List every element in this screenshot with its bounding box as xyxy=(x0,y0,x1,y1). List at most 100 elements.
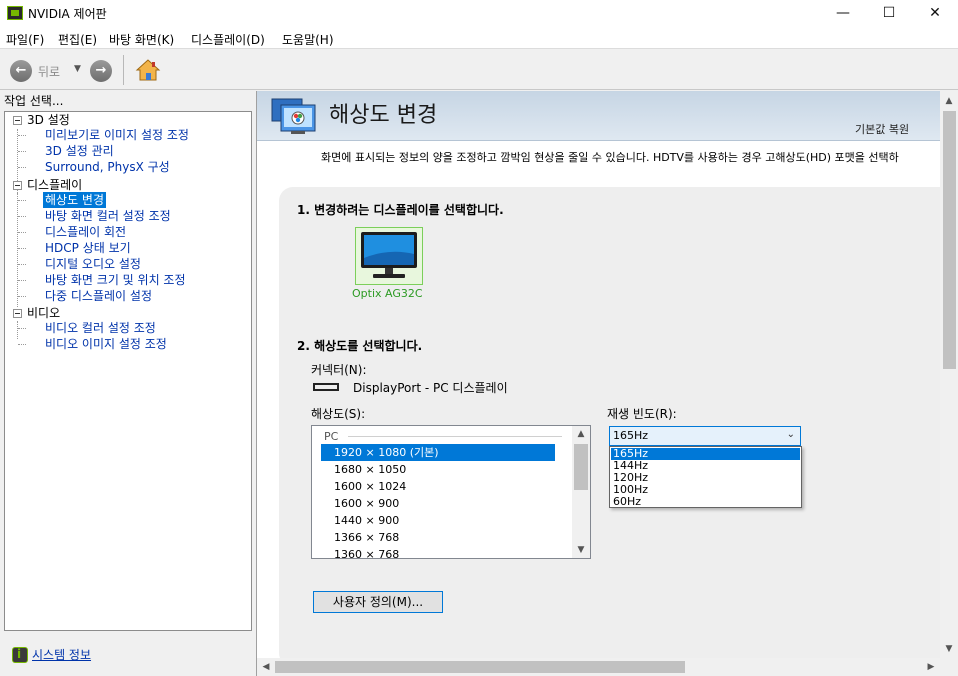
refresh-rate-value: 165Hz xyxy=(613,429,649,442)
tree-connector xyxy=(18,135,26,136)
collapse-toggle-icon[interactable] xyxy=(13,116,22,125)
tree-item-preview-settings[interactable]: 미리보기로 이미지 설정 조정 xyxy=(45,127,189,143)
back-button[interactable]: 뒤로 xyxy=(38,63,60,80)
scroll-thumb[interactable] xyxy=(574,444,588,490)
title-bar: NVIDIA 제어판 — ☐ ✕ xyxy=(0,0,958,28)
tree-connector xyxy=(18,151,26,152)
displayport-icon xyxy=(313,383,339,391)
display-settings-icon xyxy=(271,98,316,134)
scroll-up-icon[interactable]: ▲ xyxy=(572,426,590,442)
tree-connector xyxy=(18,167,26,168)
scroll-thumb[interactable] xyxy=(943,111,956,369)
resolution-option[interactable]: 1440 × 900 xyxy=(321,512,555,529)
resolution-option[interactable]: 1920 × 1080 (기본) xyxy=(321,444,555,461)
monitor-icon xyxy=(361,232,417,278)
back-history-dropdown[interactable]: ▼ xyxy=(74,64,81,74)
restore-defaults-link[interactable]: 기본값 복원 xyxy=(855,121,909,137)
scroll-down-icon[interactable]: ▼ xyxy=(572,542,590,558)
tree-item-change-resolution[interactable]: 해상도 변경 xyxy=(43,192,107,208)
refresh-option[interactable]: 60Hz xyxy=(611,496,800,508)
tree-item-desktop-size-position[interactable]: 바탕 화면 크기 및 위치 조정 xyxy=(45,272,186,288)
resolution-option[interactable]: 1366 × 768 xyxy=(321,529,555,546)
page-title: 해상도 변경 xyxy=(329,103,438,128)
scroll-up-icon[interactable]: ▲ xyxy=(940,93,958,109)
scroll-left-icon[interactable]: ◀ xyxy=(257,659,275,675)
tree-connector xyxy=(18,248,26,249)
forward-arrow-icon[interactable]: → xyxy=(90,60,112,82)
tree-item-video-color[interactable]: 비디오 컬러 설정 조정 xyxy=(45,320,156,336)
section-select-display: 1. 변경하려는 디스플레이를 선택합니다. xyxy=(297,203,504,217)
refresh-rate-label: 재생 빈도(R): xyxy=(607,407,677,421)
toolbar-separator xyxy=(123,55,124,85)
tree-branch-line xyxy=(17,193,18,307)
collapse-toggle-icon[interactable] xyxy=(13,309,22,318)
resolution-option[interactable]: 1360 × 768 xyxy=(321,546,555,558)
tree-category-3d[interactable]: 3D 설정 xyxy=(27,112,70,128)
window-title: NVIDIA 제어판 xyxy=(28,7,107,21)
connector-value: DisplayPort - PC 디스플레이 xyxy=(353,381,508,395)
page-description: 화면에 표시되는 정보의 양을 조정하고 깜박임 현상을 줄일 수 있습니다. … xyxy=(321,151,899,164)
scroll-thumb[interactable] xyxy=(275,661,685,673)
nvidia-logo-icon xyxy=(7,6,23,20)
resolution-scrollbar[interactable]: ▲ ▼ xyxy=(572,426,590,558)
display-tile[interactable] xyxy=(355,227,423,285)
menu-bar: 파일(F) 편집(E) 바탕 화면(K) 디스플레이(D) 도움말(H) xyxy=(0,28,958,48)
tree-item-hdcp-status[interactable]: HDCP 상태 보기 xyxy=(45,240,131,256)
tree-branch-line xyxy=(17,321,18,339)
scroll-corner xyxy=(940,659,958,676)
scroll-right-icon[interactable]: ▶ xyxy=(922,659,940,675)
resolution-group-label: PC xyxy=(324,430,339,443)
resolution-label: 해상도(S): xyxy=(311,407,366,421)
close-button[interactable]: ✕ xyxy=(912,0,958,28)
menu-desktop[interactable]: 바탕 화면(K) xyxy=(109,31,174,48)
tree-item-digital-audio[interactable]: 디지털 오디오 설정 xyxy=(45,256,141,272)
tree-item-multi-display[interactable]: 다중 디스플레이 설정 xyxy=(45,288,152,304)
settings-panel: 1. 변경하려는 디스플레이를 선택합니다. Optix AG32C 2. 해상… xyxy=(279,187,958,667)
menu-edit[interactable]: 편집(E) xyxy=(58,31,97,48)
content-pane: 해상도 변경 기본값 복원 화면에 표시되는 정보의 양을 조정하고 깜박임 현… xyxy=(256,91,958,676)
resolution-option[interactable]: 1600 × 900 xyxy=(321,495,555,512)
info-icon xyxy=(12,647,28,663)
minimize-button[interactable]: — xyxy=(820,0,866,28)
tree-connector xyxy=(18,232,26,233)
tree-item-video-image[interactable]: 비디오 이미지 설정 조정 xyxy=(45,336,167,352)
resolution-option[interactable]: 1600 × 1024 xyxy=(321,478,555,495)
tree-connector xyxy=(18,280,26,281)
tree-connector xyxy=(18,216,26,217)
tree-item-rotate-display[interactable]: 디스플레이 회전 xyxy=(45,224,126,240)
menu-help[interactable]: 도움말(H) xyxy=(282,31,334,48)
home-icon[interactable] xyxy=(135,58,161,82)
refresh-rate-select[interactable]: 165Hz ⌄ xyxy=(609,426,801,446)
refresh-rate-dropdown: 165Hz 144Hz 120Hz 100Hz 60Hz xyxy=(609,446,802,508)
collapse-toggle-icon[interactable] xyxy=(13,181,22,190)
tree-item-desktop-color[interactable]: 바탕 화면 컬러 설정 조정 xyxy=(45,208,171,224)
resolution-option[interactable]: 1680 × 1050 xyxy=(321,461,555,478)
tree-connector xyxy=(18,296,26,297)
resolution-listbox[interactable]: PC 1920 × 1080 (기본) 1680 × 1050 1600 × 1… xyxy=(311,425,591,559)
content-vertical-scrollbar[interactable]: ▲ ▼ xyxy=(940,91,958,659)
chevron-down-icon: ⌄ xyxy=(786,429,795,440)
tree-category-video[interactable]: 비디오 xyxy=(27,305,60,321)
tree-category-display[interactable]: 디스플레이 xyxy=(27,177,82,193)
system-info-label[interactable]: 시스템 정보 xyxy=(32,646,91,663)
connector-label: 커넥터(N): xyxy=(311,363,367,377)
group-divider xyxy=(348,436,562,437)
back-arrow-icon[interactable]: ← xyxy=(10,60,32,82)
page-header: 해상도 변경 기본값 복원 xyxy=(257,91,940,141)
tree-connector xyxy=(18,264,26,265)
display-name: Optix AG32C xyxy=(352,287,423,300)
maximize-button[interactable]: ☐ xyxy=(866,0,912,28)
customize-button[interactable]: 사용자 정의(M)... xyxy=(313,591,443,613)
toolbar: ← 뒤로 ▼ → xyxy=(0,48,958,90)
content-horizontal-scrollbar[interactable]: ◀ ▶ xyxy=(257,658,940,676)
scroll-down-icon[interactable]: ▼ xyxy=(940,641,958,657)
menu-display[interactable]: 디스플레이(D) xyxy=(191,31,265,48)
tree-connector xyxy=(18,344,26,345)
tree-connector xyxy=(18,200,26,201)
task-tree: 3D 설정 미리보기로 이미지 설정 조정 3D 설정 관리 Surround,… xyxy=(4,111,252,631)
tree-item-manage-3d[interactable]: 3D 설정 관리 xyxy=(45,143,114,159)
tree-connector xyxy=(18,328,26,329)
task-select-header: 작업 선택... xyxy=(4,94,64,108)
menu-file[interactable]: 파일(F) xyxy=(6,31,44,48)
tree-item-surround-physx[interactable]: Surround, PhysX 구성 xyxy=(45,159,170,175)
